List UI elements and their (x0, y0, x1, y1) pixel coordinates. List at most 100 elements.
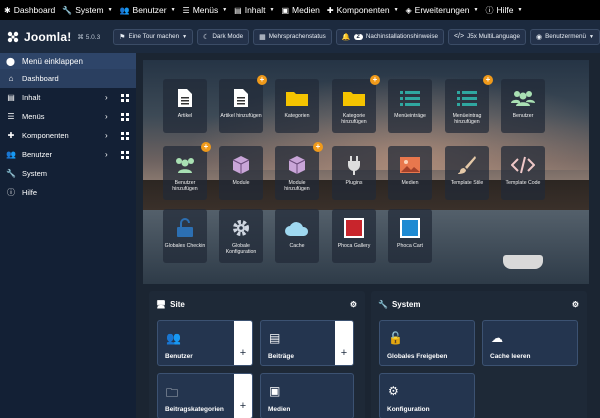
tile-add-category[interactable]: + Kategorie hinzufügen (332, 75, 380, 133)
code-icon: </> (453, 33, 465, 40)
sidebar: ⬤ Menü einklappen ⌂ Dashboard ▤ Inhalt › ☰ Me… (0, 53, 136, 418)
user-icon: ◉ (535, 33, 543, 41)
tile-template-styles[interactable]: Template Stile (445, 146, 489, 200)
sidebar-item-inhalt[interactable]: ▤ Inhalt › (0, 88, 136, 107)
user-menu-button[interactable]: ◉ Benutzermenü ▼ (529, 28, 600, 45)
gear-icon (233, 220, 249, 236)
menu-list-icon (457, 91, 477, 106)
tile-articles[interactable]: Artikel (163, 79, 207, 133)
add-plus-icon[interactable]: + (483, 75, 493, 85)
gear-icon: ⚙ (388, 384, 399, 398)
system-card-configuration[interactable]: ⚙ Konfiguration (379, 373, 475, 418)
puzzle-icon: ✚ (326, 5, 334, 15)
tile-global-configuration[interactable]: Globale Konfiguration (219, 209, 263, 263)
tile-add-user[interactable]: + Benutzer hinzufügen (163, 142, 211, 200)
site-card-articles[interactable]: ▤ Beiträge + (260, 320, 354, 366)
article-icon (178, 89, 192, 107)
add-category-button[interactable]: + (234, 374, 252, 418)
tile-add-module[interactable]: + Module hinzufügen (275, 142, 323, 200)
system-card-clear-cache[interactable]: ☁ Cache leeren (482, 320, 578, 366)
dashboard-grid-icon[interactable] (121, 132, 129, 140)
sidebar-item-dashboard[interactable]: ⌂ Dashboard (0, 69, 136, 88)
add-plus-icon[interactable]: + (201, 142, 211, 152)
version-label: ⌘ 5.0.3 (77, 33, 101, 41)
post-install-messages-button[interactable]: 🔔 2 Nachinstallationshinweise (335, 28, 444, 45)
sidebar-item-benutzer[interactable]: 👥 Benutzer › (0, 145, 136, 164)
system-card-global-checkin[interactable]: 🔓 Globales Freigeben (379, 320, 475, 366)
sidebar-item-system[interactable]: 🔧 System (0, 164, 136, 183)
caret-down-icon: ▼ (589, 33, 594, 40)
sidebar-item-komponenten[interactable]: ✚ Komponenten › (0, 126, 136, 145)
add-plus-icon[interactable]: + (257, 75, 267, 85)
add-user-button[interactable]: + (234, 321, 252, 365)
site-card-media[interactable]: ▣ Medien (260, 373, 354, 418)
list-icon: ☰ (7, 112, 15, 121)
tile-add-menu-item[interactable]: + Menüeintrag hinzufügen (445, 75, 493, 133)
tour-button[interactable]: ⚑ Eine Tour machen ▼ (113, 28, 194, 45)
list-icon: ☰ (182, 5, 190, 15)
panel-settings-gear-icon[interactable]: ⚙ (350, 300, 357, 309)
joomla-logo-icon (7, 31, 19, 42)
moon-icon: ☾ (203, 33, 210, 41)
topmenu-benutzer[interactable]: 👥 Benutzer ▼ (120, 5, 176, 15)
multilanguage-status-button[interactable]: ▦ Mehrsprachenstatus (253, 28, 332, 45)
tile-global-checkin[interactable]: Globales Checkin (163, 209, 207, 263)
brand-name: Joomla! (24, 29, 72, 44)
unlock-icon (177, 218, 193, 237)
brand[interactable]: Joomla! ⌘ 5.0.3 (0, 30, 109, 44)
tile-categories[interactable]: Kategorien (275, 79, 319, 133)
dashboard-grid-icon[interactable] (121, 151, 129, 159)
dark-mode-button[interactable]: ☾ Dark Mode (197, 28, 250, 45)
tile-template-code[interactable]: Template Code (501, 146, 545, 200)
topmenu-system[interactable]: 🔧 System ▼ (62, 5, 112, 15)
tile-phoca-gallery[interactable]: Phoca Gallery (332, 209, 376, 263)
j5x-multilanguage-button[interactable]: </> J5x MultiLanguage (447, 28, 526, 45)
topmenu-inhalt[interactable]: ▤ Inhalt ▼ (234, 5, 274, 15)
caret-down-icon: ▼ (170, 7, 176, 13)
topmenu-dashboard[interactable]: ✱ Dashboard (4, 5, 55, 15)
chevron-right-icon: › (105, 93, 108, 102)
tile-menu-items[interactable]: Menüeinträge (388, 79, 432, 133)
topmenu-medien[interactable]: ▣ Medien (281, 5, 319, 15)
caret-down-icon: ▼ (473, 7, 479, 13)
caret-down-icon: ▼ (182, 33, 188, 40)
tile-modules[interactable]: Module (219, 146, 263, 200)
module-cube-icon (232, 156, 250, 174)
tile-phoca-cart[interactable]: Phoca Cart (388, 209, 432, 263)
sidebar-item-menus[interactable]: ☰ Menüs › (0, 107, 136, 126)
tile-cache[interactable]: Cache (275, 209, 319, 263)
toggle-on-icon: ⬤ (6, 56, 15, 66)
language-icon: ▦ (259, 33, 266, 41)
site-card-article-categories[interactable]: 🗀 Beitragskategorien + (157, 373, 253, 418)
folder-open-icon: 🗀 (166, 386, 179, 400)
wrench-icon: 🔧 (6, 169, 16, 178)
topmenu-hilfe[interactable]: ⓘ Hilfe ▼ (485, 5, 522, 16)
image-icon (400, 157, 420, 173)
add-article-button[interactable]: + (335, 321, 353, 365)
sidebar-collapse-toggle[interactable]: ⬤ Menü einklappen (0, 53, 136, 69)
admin-header: Joomla! ⌘ 5.0.3 ⚑ Eine Tour machen ▼ ☾ Dark… (0, 20, 600, 53)
file-icon: ▤ (234, 5, 242, 15)
folder-icon (343, 92, 365, 106)
tile-media[interactable]: Medien (388, 146, 432, 200)
dashboard-grid-icon[interactable] (121, 94, 129, 102)
site-panel-title: Site (170, 299, 185, 309)
puzzle-icon: ✚ (7, 131, 15, 140)
tile-add-article[interactable]: + Artikel hinzufügen (219, 75, 267, 133)
folder-icon (286, 92, 308, 106)
code-icon (511, 156, 535, 174)
file-icon: ▤ (269, 331, 281, 345)
sidebar-item-hilfe[interactable]: ⓘ Hilfe (0, 183, 136, 202)
panel-settings-gear-icon[interactable]: ⚙ (572, 300, 579, 309)
site-card-users[interactable]: 👥 Benutzer + (157, 320, 253, 366)
topmenu-erweiterungen[interactable]: ◈ Erweiterungen ▼ (406, 5, 479, 15)
dashboard-grid-icon[interactable] (121, 113, 129, 121)
caret-down-icon: ▼ (222, 7, 228, 13)
topmenu-menus[interactable]: ☰ Menüs ▼ (183, 5, 228, 15)
add-plus-icon[interactable]: + (370, 75, 380, 85)
add-plus-icon[interactable]: + (313, 142, 323, 152)
tile-plugins[interactable]: Plugins (332, 146, 376, 200)
topmenu-komponenten[interactable]: ✚ Komponenten ▼ (327, 5, 399, 15)
site-panel: 🖥 Site ⚙ 👥 Benutzer + ▤ Beiträge + 🗀 Bei… (149, 291, 365, 418)
tile-users[interactable]: Benutzer (501, 79, 545, 133)
